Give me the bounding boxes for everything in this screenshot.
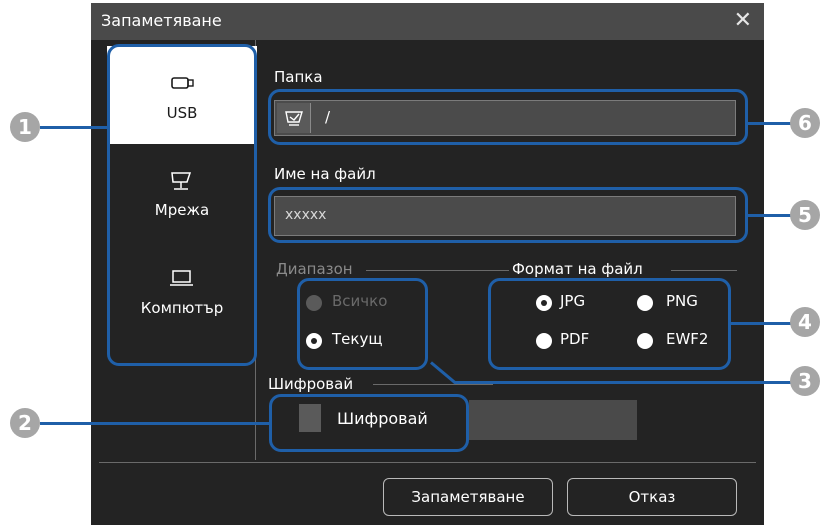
- network-icon: [171, 172, 192, 190]
- footer-divider: [99, 462, 756, 463]
- filename-label: Име на файл: [274, 165, 376, 183]
- sidebar-item-usb[interactable]: USB: [107, 46, 257, 144]
- callout-marker-2: 2: [10, 408, 40, 438]
- encrypt-checkbox[interactable]: [299, 404, 321, 432]
- folder-label: Папка: [274, 68, 323, 86]
- radio-pdf[interactable]: [536, 333, 552, 349]
- radio-jpg[interactable]: [536, 295, 552, 311]
- cancel-button[interactable]: Отказ: [567, 478, 737, 516]
- callout-line-2: [40, 422, 270, 425]
- sidebar-item-label: Компютър: [140, 299, 224, 317]
- radio-current[interactable]: [306, 333, 322, 349]
- range-label: Диапазон: [276, 260, 353, 278]
- format-pdf-label: PDF: [560, 330, 590, 348]
- callout-marker-3: 3: [790, 366, 820, 396]
- callout-line-6: [747, 122, 794, 125]
- callout-marker-5: 5: [790, 200, 820, 230]
- callout-marker-4: 4: [790, 307, 820, 337]
- format-ewf2-label: EWF2: [666, 330, 709, 348]
- sidebar-item-label: Мрежа: [154, 201, 210, 219]
- close-x-icon[interactable]: ✕: [734, 8, 752, 33]
- format-rule-left: [484, 270, 509, 271]
- callout-line-4: [730, 322, 794, 325]
- save-dialog: Запаметяване ✕ USB Мрежа Компютър Папка: [91, 3, 764, 525]
- radio-png[interactable]: [637, 295, 653, 311]
- sidebar-item-label: USB: [166, 104, 198, 122]
- callout-line-1: [40, 126, 108, 129]
- range-current-label: Текущ: [332, 330, 383, 348]
- filename-value: xxxxx: [285, 207, 327, 223]
- sidebar-item-computer[interactable]: Компютър: [107, 249, 257, 347]
- range-rule: [366, 270, 488, 271]
- encrypt-rule: [373, 384, 493, 385]
- callout-line-5: [747, 214, 794, 217]
- folder-field[interactable]: /: [274, 100, 736, 136]
- format-rule-right: [671, 270, 737, 271]
- usb-icon: [171, 77, 194, 89]
- filename-input[interactable]: xxxxx: [274, 196, 736, 236]
- radio-all: [306, 295, 322, 311]
- callout-marker-6: 6: [790, 108, 820, 138]
- format-label: Формат на файл: [512, 260, 643, 278]
- radio-ewf2[interactable]: [637, 333, 653, 349]
- range-all-label: Всичко: [332, 292, 388, 310]
- save-button[interactable]: Запаметяване: [383, 478, 553, 516]
- callout-marker-1: 1: [10, 112, 40, 142]
- encrypt-label: Шифровай: [268, 375, 354, 393]
- encrypt-checkbox-label[interactable]: Шифровай: [337, 409, 428, 428]
- format-png-label: PNG: [666, 292, 698, 310]
- password-field[interactable]: [469, 400, 637, 440]
- folder-path: /: [325, 108, 331, 126]
- computer-icon: [170, 270, 193, 286]
- format-jpg-label: JPG: [560, 292, 586, 310]
- title-bar: Запаметяване ✕: [91, 3, 764, 40]
- folder-browse-icon[interactable]: [277, 103, 311, 133]
- dialog-title: Запаметяване: [101, 11, 222, 30]
- callout-line-3b: [455, 381, 795, 384]
- sidebar-item-network[interactable]: Мрежа: [107, 151, 257, 249]
